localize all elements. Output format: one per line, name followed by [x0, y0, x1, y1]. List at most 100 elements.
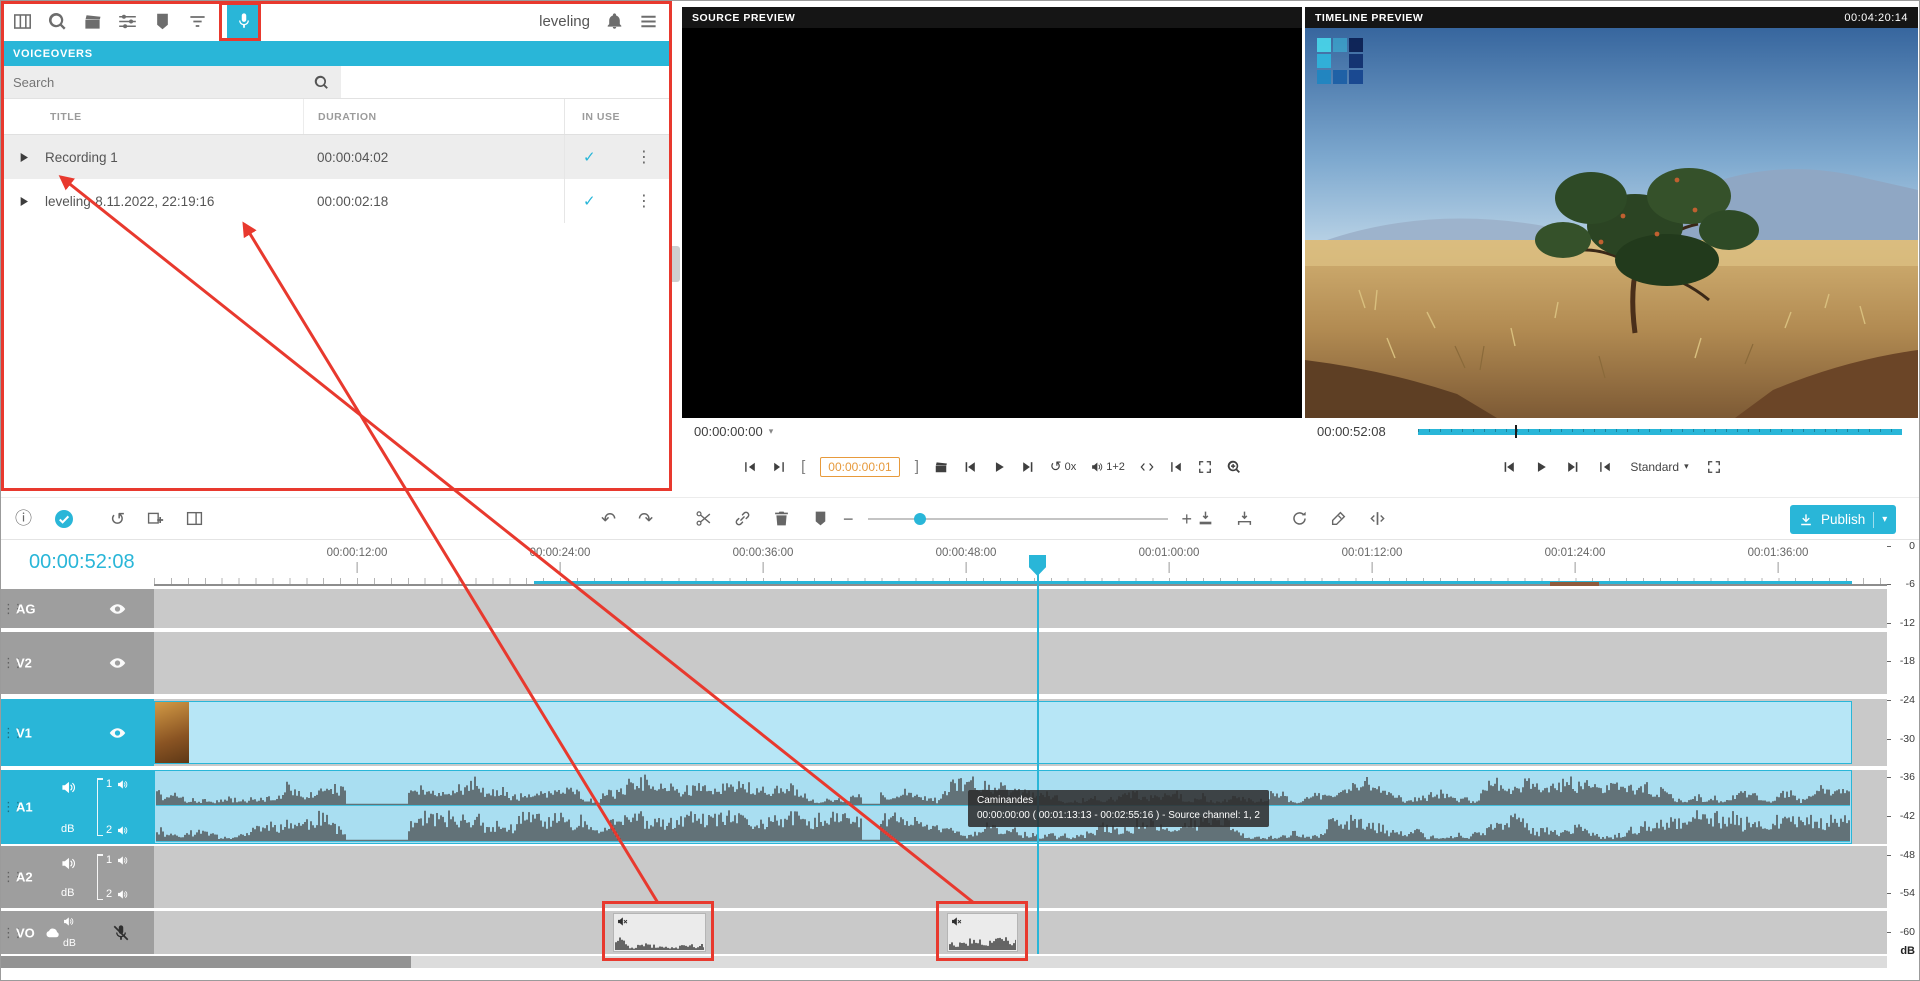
trash-icon[interactable]	[773, 510, 790, 527]
add-marker-icon[interactable]	[812, 510, 829, 527]
zoom-in-icon[interactable]: +	[1182, 510, 1193, 528]
mark-out-bracket[interactable]: ]	[915, 458, 919, 475]
zoom-in-icon[interactable]	[1227, 460, 1241, 474]
marker-tag-icon[interactable]	[153, 12, 172, 31]
overwrite-edit-icon[interactable]	[1236, 510, 1253, 527]
track-lane[interactable]	[154, 589, 1887, 628]
mic-muted-icon[interactable]	[112, 924, 130, 942]
filter-icon[interactable]	[188, 12, 207, 31]
fit-width-icon[interactable]	[1140, 460, 1154, 474]
speaker-icon[interactable]	[61, 856, 76, 871]
insert-edit-icon[interactable]	[1197, 510, 1214, 527]
search-icon[interactable]	[314, 75, 329, 90]
voiceover-clip[interactable]	[947, 913, 1018, 952]
chevron-down-icon[interactable]: ▾	[1882, 514, 1887, 525]
playhead-line	[1037, 574, 1039, 954]
link-icon[interactable]	[734, 510, 751, 527]
razor-icon[interactable]	[1330, 510, 1347, 527]
gain-label[interactable]: dB	[61, 823, 74, 835]
download-icon	[1799, 513, 1813, 527]
track-lane[interactable]	[154, 632, 1887, 694]
hamburger-menu-icon[interactable]	[639, 12, 658, 31]
preview-scrub-bar[interactable]	[1418, 429, 1902, 435]
timeline-zoom-slider[interactable]	[868, 518, 1168, 520]
scissors-icon[interactable]	[695, 510, 712, 527]
speaker-icon[interactable]	[61, 780, 76, 795]
zoom-slider-knob[interactable]	[914, 513, 926, 525]
play-recording-button[interactable]	[1, 151, 45, 164]
bell-icon[interactable]	[606, 13, 623, 30]
play-recording-button[interactable]	[1, 195, 45, 208]
jump-to-start-icon[interactable]	[1169, 460, 1183, 474]
track-lane[interactable]	[154, 846, 1887, 908]
fullscreen-icon[interactable]	[1707, 460, 1721, 474]
insert-to-timeline-icon[interactable]	[934, 460, 948, 474]
db-tick-label: -24	[1887, 694, 1920, 706]
search-icon[interactable]	[48, 12, 67, 31]
voiceover-mic-button[interactable]	[227, 5, 261, 38]
undo-icon[interactable]: ↶	[601, 510, 616, 528]
publish-button[interactable]: Publish ▾	[1790, 505, 1896, 534]
sync-icon[interactable]	[1291, 510, 1308, 527]
recording-duration: 00:00:02:18	[303, 179, 564, 223]
track-label: V2	[16, 656, 32, 671]
eye-icon[interactable]	[109, 655, 126, 672]
quality-selector[interactable]: Standard ▾	[1630, 460, 1688, 474]
table-row[interactable]: leveling-8.11.2022, 22:19:16 00:00:02:18…	[1, 179, 672, 223]
timeline-horizontal-scrollbar[interactable]	[1, 956, 1887, 968]
panel-resize-handle[interactable]	[672, 246, 680, 282]
play-icon[interactable]	[1534, 460, 1548, 474]
db-tick-label: -18	[1887, 655, 1920, 667]
add-clip-icon[interactable]	[147, 510, 164, 527]
sliders-icon[interactable]	[118, 12, 137, 31]
fullscreen-icon[interactable]	[1198, 460, 1212, 474]
panels-icon[interactable]	[13, 12, 32, 31]
skip-back-icon[interactable]	[1502, 460, 1516, 474]
track-a2: ⋮⋮ A2 dB 1 2	[1, 846, 1887, 908]
speaker-icon[interactable]	[63, 916, 74, 927]
eye-icon[interactable]	[109, 724, 126, 741]
recording-title: leveling-8.11.2022, 22:19:16	[45, 194, 214, 209]
playback-speed[interactable]: ↺ 0x	[1050, 458, 1076, 475]
autosave-check-icon[interactable]	[54, 509, 74, 529]
gain-label[interactable]: dB	[63, 937, 76, 949]
trim-icon[interactable]	[1369, 510, 1386, 527]
timeline-ruler[interactable]: 00:00:12:00 00:00:24:00 00:00:36:00 00:0…	[154, 541, 1887, 586]
scrollbar-thumb[interactable]	[1, 956, 411, 968]
voiceover-clip[interactable]	[613, 913, 706, 952]
chevron-down-icon[interactable]: ▾	[769, 426, 774, 437]
goto-out-icon[interactable]	[772, 460, 786, 474]
track-lane[interactable]	[154, 699, 1887, 766]
skip-back-icon[interactable]	[963, 460, 977, 474]
goto-in-icon[interactable]	[743, 460, 757, 474]
skip-forward-icon[interactable]	[1021, 460, 1035, 474]
db-tick-label: -54	[1887, 887, 1920, 899]
search-input[interactable]	[13, 75, 314, 90]
play-icon[interactable]	[992, 460, 1006, 474]
history-icon[interactable]: ↺	[110, 510, 125, 528]
mark-timecode-field[interactable]: 00:00:00:01	[820, 457, 899, 477]
video-clip[interactable]	[154, 701, 1852, 764]
redo-icon[interactable]: ↷	[638, 510, 653, 528]
channel-1[interactable]: 1	[106, 778, 149, 790]
split-panel-icon[interactable]	[186, 510, 203, 527]
kebab-menu-icon[interactable]: ⋮	[636, 191, 672, 211]
gain-label[interactable]: dB	[61, 887, 74, 899]
mark-in-bracket[interactable]: [	[801, 458, 805, 475]
scrub-position-marker[interactable]	[1515, 425, 1517, 438]
jump-to-start-icon[interactable]	[1598, 460, 1612, 474]
cloud-icon[interactable]	[45, 925, 60, 940]
info-icon[interactable]: ⓘ	[15, 510, 32, 527]
channel-1[interactable]: 1	[106, 854, 149, 866]
audio-channels[interactable]: 1+2	[1091, 461, 1125, 473]
table-row[interactable]: Recording 1 00:00:04:02 ✓ ⋮	[1, 135, 672, 179]
eye-icon[interactable]	[109, 600, 126, 617]
channel-2[interactable]: 2	[106, 824, 149, 836]
kebab-menu-icon[interactable]: ⋮	[636, 147, 672, 167]
zoom-out-icon[interactable]: −	[843, 510, 854, 528]
channel-2[interactable]: 2	[106, 888, 149, 900]
voiceover-search-row	[1, 66, 672, 99]
track-lane[interactable]	[154, 911, 1887, 954]
clapper-icon[interactable]	[83, 12, 102, 31]
skip-forward-icon[interactable]	[1566, 460, 1580, 474]
